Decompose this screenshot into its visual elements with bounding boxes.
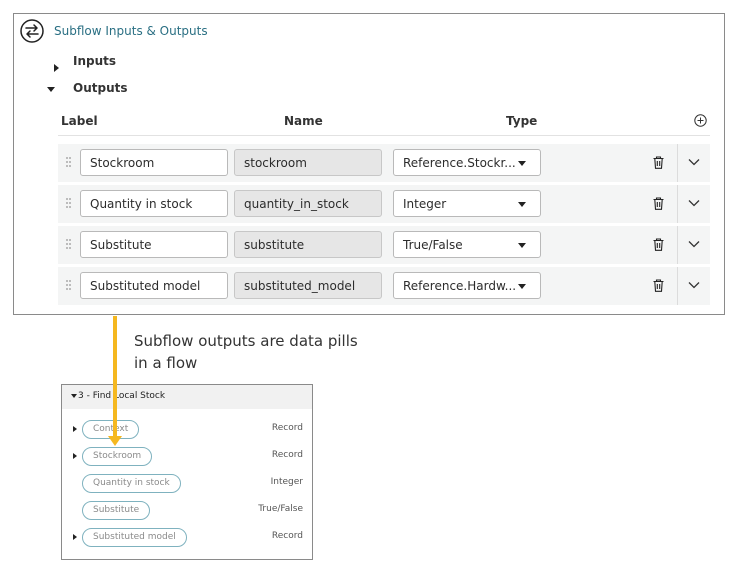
add-output-icon[interactable] xyxy=(694,114,707,127)
dropdown-caret-icon xyxy=(518,243,526,248)
trash-icon[interactable] xyxy=(653,238,664,251)
row-divider xyxy=(677,144,678,182)
data-pill-panel: 3 - Find Local Stock Context Record Stoc… xyxy=(61,384,313,560)
header-divider xyxy=(58,135,710,136)
connector-arrow-line xyxy=(113,316,117,438)
row-divider xyxy=(677,226,678,264)
output-row: Substituted model substituted_model Refe… xyxy=(58,267,710,305)
chevron-down-icon[interactable] xyxy=(688,240,700,248)
expand-caret-icon[interactable] xyxy=(73,453,77,459)
name-field: quantity_in_stock xyxy=(234,190,382,217)
chevron-down-icon[interactable] xyxy=(688,158,700,166)
dropdown-caret-icon xyxy=(518,161,526,166)
chevron-down-icon[interactable] xyxy=(688,281,700,289)
drag-handle-icon[interactable] xyxy=(66,157,71,169)
column-header-label: Label xyxy=(61,114,98,128)
type-select[interactable]: Reference.Hardw... xyxy=(393,272,541,299)
pill-type: Record xyxy=(271,450,303,460)
collapse-caret-icon[interactable] xyxy=(71,394,77,398)
inputs-section-label[interactable]: Inputs xyxy=(73,54,116,68)
output-row: Quantity in stock quantity_in_stock Inte… xyxy=(58,185,710,223)
expand-caret-icon[interactable] xyxy=(73,534,77,540)
pill-type: Record xyxy=(271,423,303,433)
swap-arrows-icon xyxy=(20,19,44,43)
inputs-expand-icon[interactable] xyxy=(54,64,59,72)
label-field[interactable]: Stockroom xyxy=(80,149,228,176)
trash-icon[interactable] xyxy=(653,279,664,292)
pill-panel-header[interactable]: 3 - Find Local Stock xyxy=(62,385,312,409)
pill-type: Integer xyxy=(270,477,303,487)
drag-handle-icon[interactable] xyxy=(66,239,71,251)
drag-handle-icon[interactable] xyxy=(66,280,71,292)
pill-type: Record xyxy=(271,531,303,541)
label-field[interactable]: Substitute xyxy=(80,231,228,258)
type-select-value: Reference.Hardw... xyxy=(403,279,517,293)
outputs-collapse-icon[interactable] xyxy=(47,87,55,92)
callout-caption: Subflow outputs are data pills in a flow xyxy=(134,332,358,372)
name-field: substitute xyxy=(234,231,382,258)
column-header-type: Type xyxy=(506,114,538,128)
data-pill-substitute[interactable]: Substitute xyxy=(82,501,151,520)
expand-caret-icon[interactable] xyxy=(73,426,77,432)
output-row: Substitute substitute True/False xyxy=(58,226,710,264)
trash-icon[interactable] xyxy=(653,156,664,169)
trash-icon[interactable] xyxy=(653,197,664,210)
pill-panel-title: 3 - Find Local Stock xyxy=(78,391,166,401)
dropdown-caret-icon xyxy=(518,202,526,207)
data-pill-quantity-in-stock[interactable]: Quantity in stock xyxy=(82,474,181,493)
type-select[interactable]: Integer xyxy=(393,190,541,217)
row-divider xyxy=(677,267,678,305)
chevron-down-icon[interactable] xyxy=(688,199,700,207)
outputs-section-label[interactable]: Outputs xyxy=(73,81,128,95)
type-select[interactable]: Reference.Stockr... xyxy=(393,149,541,176)
data-pill-stockroom[interactable]: Stockroom xyxy=(82,447,153,466)
column-header-name: Name xyxy=(284,114,323,128)
dropdown-caret-icon xyxy=(518,284,526,289)
row-divider xyxy=(677,185,678,223)
drag-handle-icon[interactable] xyxy=(66,198,71,210)
type-select-value: Reference.Stockr... xyxy=(403,156,516,170)
output-row: Stockroom stockroom Reference.Stockr... xyxy=(58,144,710,182)
type-select[interactable]: True/False xyxy=(393,231,541,258)
type-select-value: Integer xyxy=(403,197,447,211)
label-field[interactable]: Quantity in stock xyxy=(80,190,228,217)
name-field: stockroom xyxy=(234,149,382,176)
panel-title[interactable]: Subflow Inputs & Outputs xyxy=(54,24,208,38)
pill-type: True/False xyxy=(258,504,303,514)
type-select-value: True/False xyxy=(403,238,463,252)
label-field[interactable]: Substituted model xyxy=(80,272,228,299)
name-field: substituted_model xyxy=(234,272,382,299)
connector-arrow-head xyxy=(108,436,122,446)
data-pill-substituted-model[interactable]: Substituted model xyxy=(82,528,187,547)
